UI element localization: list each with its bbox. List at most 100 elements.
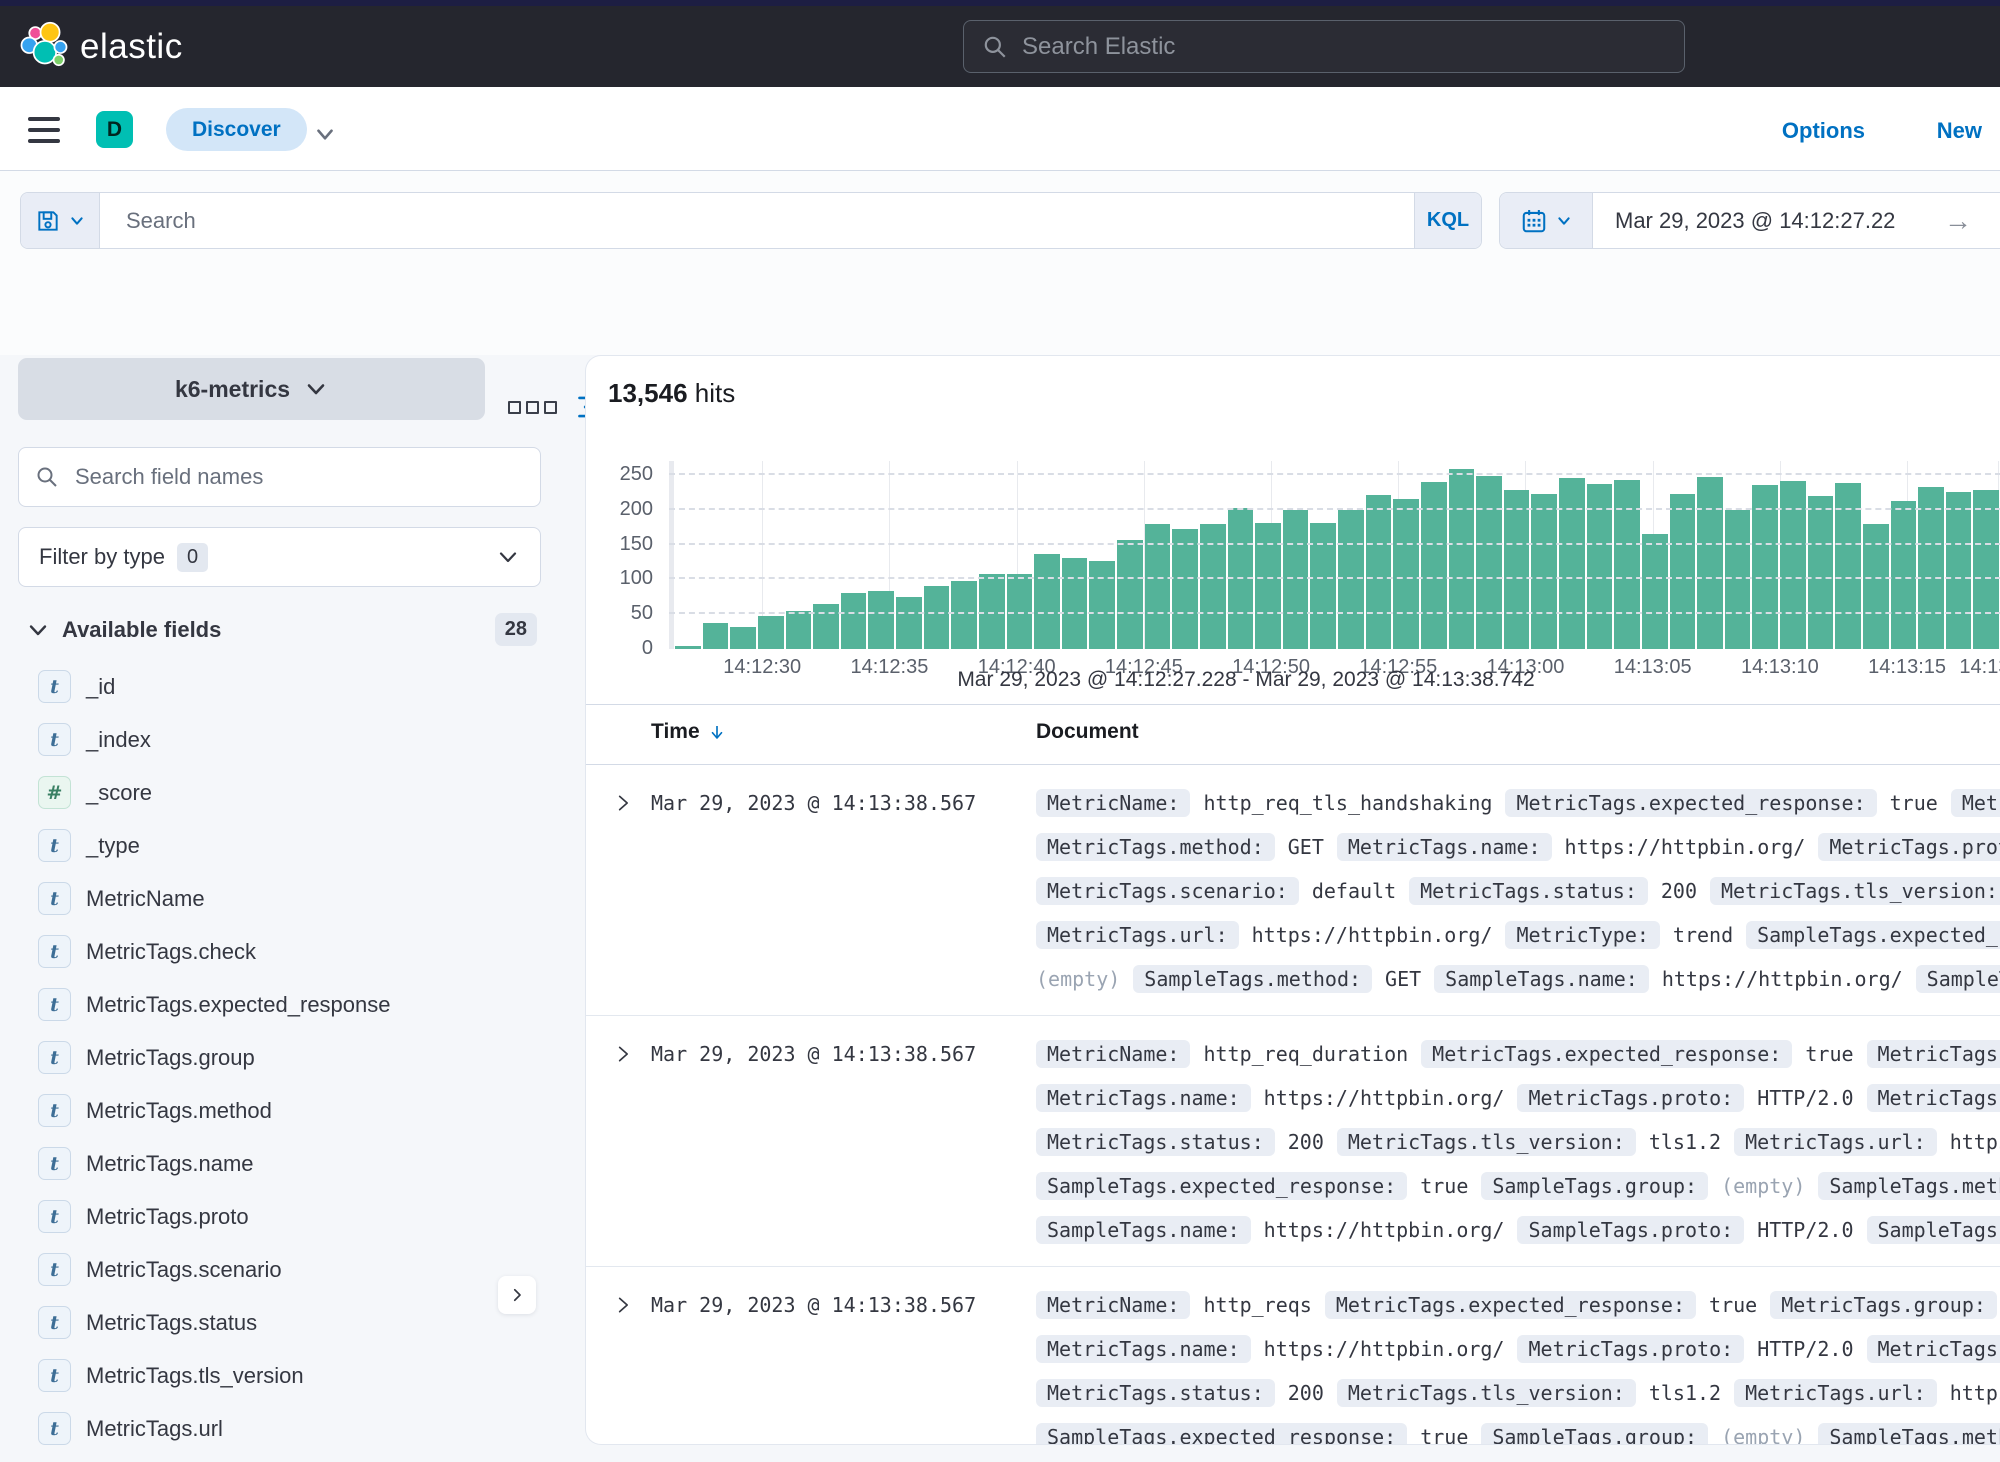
field-list-item[interactable]: tMetricTags.scenario: [18, 1243, 541, 1296]
field-key-badge: MetricType:: [1505, 921, 1659, 949]
histogram-bar[interactable]: [841, 593, 867, 649]
field-key-badge: MetricTags.name:: [1036, 1084, 1251, 1112]
histogram-bar[interactable]: [951, 581, 977, 649]
refresh-arrow-icon[interactable]: →: [1944, 193, 2000, 248]
field-list-item[interactable]: tMetricTags.group: [18, 1031, 541, 1084]
query-language-button[interactable]: KQL: [1414, 193, 1481, 248]
field-list-item[interactable]: tMetricTags.expected_response: [18, 978, 541, 1031]
table-row[interactable]: Mar 29, 2023 @ 14:13:38.567MetricName:ht…: [586, 1016, 2000, 1267]
breadcrumb[interactable]: Discover: [166, 108, 307, 151]
field-list-item[interactable]: #_score: [18, 766, 541, 819]
field-list-item[interactable]: tMetricTags.method: [18, 1084, 541, 1137]
field-list-item[interactable]: tMetricTags.status: [18, 1296, 541, 1349]
document-column-header: Document: [1036, 720, 1139, 744]
expand-row-button[interactable]: [586, 1283, 651, 1445]
histogram-bar[interactable]: [1752, 485, 1778, 649]
query-search-input[interactable]: Search: [100, 193, 1414, 248]
time-column-header[interactable]: Time: [651, 720, 726, 744]
options-button[interactable]: Options: [1782, 118, 1865, 144]
panel-collapse-toggle[interactable]: [498, 1276, 536, 1314]
string-field-icon: t: [38, 1094, 71, 1127]
histogram-bar[interactable]: [1670, 494, 1696, 649]
field-key-badge: MetricTags.status:: [1409, 877, 1648, 905]
gridline: [669, 508, 2000, 510]
date-quick-select-button[interactable]: [1500, 193, 1593, 248]
histogram-bar[interactable]: [1172, 529, 1198, 649]
expand-row-button[interactable]: [586, 1032, 651, 1252]
histogram-bar[interactable]: [1062, 558, 1088, 649]
available-fields-header[interactable]: Available fields 28: [18, 613, 541, 646]
histogram-bar[interactable]: [924, 586, 950, 649]
expand-row-button[interactable]: [586, 781, 651, 1001]
histogram-bar[interactable]: [813, 604, 839, 649]
elastic-logo-icon[interactable]: [18, 21, 70, 73]
search-icon: [35, 465, 59, 489]
results-panel: 13,546 hits 050100150200250 14:12:3014:1…: [585, 355, 2000, 1445]
histogram-bar[interactable]: [1559, 478, 1585, 649]
histogram-bar[interactable]: [896, 597, 922, 649]
menu-hamburger-icon[interactable]: [28, 117, 60, 143]
field-name: MetricName: [86, 886, 205, 912]
field-list-item[interactable]: tMetricTags.url: [18, 1402, 541, 1455]
histogram-bar[interactable]: [1283, 510, 1309, 649]
field-value: GET: [1385, 967, 1421, 991]
field-list-item[interactable]: tMetricName: [18, 872, 541, 925]
histogram-bar[interactable]: [1449, 469, 1475, 649]
table-row[interactable]: Mar 29, 2023 @ 14:13:38.567MetricName:ht…: [586, 765, 2000, 1016]
field-key-badge: MetricTags.status:: [1036, 1128, 1275, 1156]
field-view-options-icon[interactable]: [508, 401, 557, 414]
field-list-item[interactable]: t_id: [18, 660, 541, 713]
hits-histogram[interactable]: [669, 461, 2000, 649]
field-name: MetricTags.tls_version: [86, 1363, 304, 1389]
histogram-bar[interactable]: [1808, 496, 1834, 649]
field-list-item[interactable]: tMetricTags.tls_version: [18, 1349, 541, 1402]
histogram-bar[interactable]: [1117, 540, 1143, 649]
histogram-bar[interactable]: [1531, 494, 1557, 649]
data-view-selector[interactable]: k6-metrics: [18, 358, 485, 420]
histogram-bar[interactable]: [1504, 490, 1530, 649]
histogram-bar[interactable]: [786, 611, 812, 649]
date-range-value[interactable]: Mar 29, 2023 @ 14:12:27.22: [1593, 193, 1944, 248]
field-key-badge: SampleTags.name:: [1434, 965, 1649, 993]
space-avatar[interactable]: D: [96, 111, 133, 148]
histogram-bar[interactable]: [1642, 534, 1668, 649]
field-list-item[interactable]: tMetricTags.proto: [18, 1190, 541, 1243]
histogram-bar[interactable]: [1089, 561, 1115, 649]
histogram-bar[interactable]: [1338, 510, 1364, 649]
field-list-item[interactable]: tMetricTags.name: [18, 1137, 541, 1190]
histogram-bar[interactable]: [1476, 476, 1502, 649]
histogram-bar[interactable]: [868, 591, 894, 649]
histogram-bar[interactable]: [1034, 554, 1060, 649]
saved-query-menu-button[interactable]: [21, 193, 100, 248]
chevron-down-icon[interactable]: [312, 121, 338, 147]
field-name: MetricTags.check: [86, 939, 256, 965]
histogram-bar[interactable]: [1697, 477, 1723, 649]
new-button[interactable]: New: [1937, 118, 1982, 144]
field-search-input[interactable]: Search field names: [18, 447, 541, 507]
chevron-right-icon: [613, 793, 633, 813]
table-row[interactable]: Mar 29, 2023 @ 14:13:38.567MetricName:ht…: [586, 1267, 2000, 1445]
global-search-input[interactable]: Search Elastic: [963, 20, 1685, 73]
histogram-bar[interactable]: [1918, 487, 1944, 649]
field-list-item[interactable]: t_index: [18, 713, 541, 766]
field-key-badge: MetricTags.url:: [1734, 1128, 1937, 1156]
row-document: MetricName:http_req_durationMetricTags.e…: [1036, 1032, 2000, 1252]
histogram-bar[interactable]: [1780, 481, 1806, 650]
histogram-bar[interactable]: [1891, 501, 1917, 649]
histogram-bar[interactable]: [1614, 480, 1640, 649]
filter-by-type-select[interactable]: Filter by type 0: [18, 527, 541, 587]
histogram-bar[interactable]: [1393, 499, 1419, 649]
field-key-badge: MetricTags.tls_version:: [1710, 877, 2000, 905]
field-value: https://httpbin.org/: [1565, 835, 1806, 859]
field-list-item[interactable]: tMetricTags.check: [18, 925, 541, 978]
histogram-bar[interactable]: [675, 646, 701, 649]
histogram-bar[interactable]: [1725, 510, 1751, 649]
histogram-bar[interactable]: [703, 623, 729, 649]
histogram-bar[interactable]: [1946, 492, 1972, 649]
field-list-item[interactable]: t_type: [18, 819, 541, 872]
histogram-bar[interactable]: [730, 627, 756, 649]
field-key-badge: MetricTags.group:: [1770, 1291, 1997, 1319]
histogram-bar[interactable]: [1973, 490, 1999, 649]
histogram-bar[interactable]: [758, 616, 784, 649]
histogram-bar[interactable]: [1366, 495, 1392, 649]
